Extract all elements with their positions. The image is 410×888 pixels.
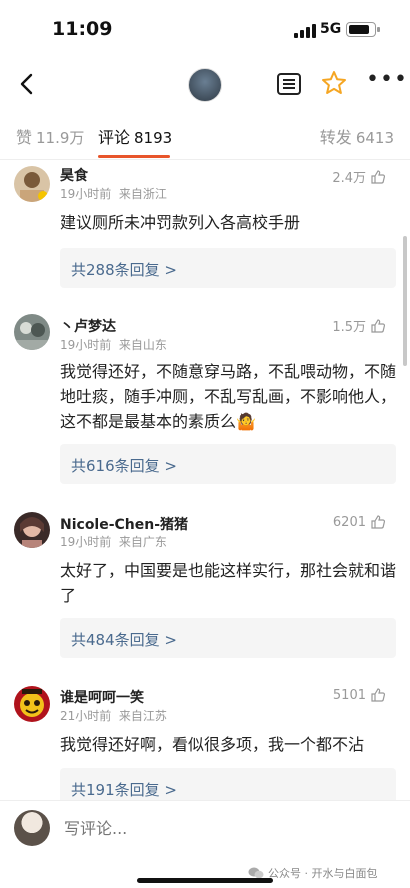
like-count: 2.4万 xyxy=(332,171,366,186)
username[interactable]: 丶卢梦达 xyxy=(60,316,116,336)
active-tab-indicator xyxy=(98,155,170,158)
tab-likes[interactable]: 赞 11.9万 xyxy=(16,124,84,148)
thumbs-up-icon xyxy=(371,318,386,333)
replies-label: 共484条回复 > xyxy=(71,631,177,649)
ellipsis-icon[interactable]: ••• xyxy=(366,69,407,96)
username[interactable]: Nicole-Chen-猪猪 xyxy=(60,514,188,534)
replies-label: 共191条回复 > xyxy=(71,781,177,799)
watermark-text: 公众号 · 开水与白面包 xyxy=(268,867,378,880)
status-bar: 11:09 5G xyxy=(0,0,410,58)
like-button[interactable]: 5101 xyxy=(333,687,386,703)
thumbs-up-icon xyxy=(371,688,386,702)
like-button[interactable]: 1.5万 xyxy=(332,316,386,335)
comment-time: 19小时前 xyxy=(60,535,112,549)
comment-time: 19小时前 xyxy=(60,187,112,201)
comment-item: 昊食 19小时前 来自浙江 2.4万 建议厕所未冲罚款列入各高校手册 共288条… xyxy=(0,162,410,292)
status-time: 11:09 xyxy=(52,18,113,40)
signal-icon xyxy=(294,24,316,38)
username[interactable]: 谁是呵呵一笑 xyxy=(60,687,144,707)
author-avatar[interactable] xyxy=(188,68,222,102)
like-count: 1.5万 xyxy=(332,320,366,335)
avatar[interactable] xyxy=(14,686,50,722)
replies-label: 共616条回复 > xyxy=(71,457,177,475)
comment-location: 来自浙江 xyxy=(118,187,167,201)
tab-likes-label: 赞 xyxy=(16,128,33,147)
battery-icon xyxy=(346,22,380,37)
tab-likes-count: 11.9万 xyxy=(36,129,85,147)
tab-comments-label: 评论 xyxy=(98,128,131,147)
comment-item: Nicole-Chen-猪猪 19小时前 来自广东 6201 太好了，中国要是也… xyxy=(0,512,410,662)
thumbs-up-icon xyxy=(371,169,386,184)
comment-meta: 19小时前 来自广东 xyxy=(60,533,167,550)
like-count: 6201 xyxy=(332,514,366,530)
star-icon[interactable] xyxy=(320,69,348,97)
tab-bar: 赞 11.9万 评论 8193 转发 6413 xyxy=(0,112,410,160)
avatar[interactable] xyxy=(14,314,50,350)
home-indicator[interactable] xyxy=(137,878,273,883)
like-count: 5101 xyxy=(332,687,366,703)
comment-location: 来自山东 xyxy=(118,338,167,352)
comment-item: 谁是呵呵一笑 21小时前 来自江苏 5101 我觉得还好啊，看似很多项，我一个都… xyxy=(0,684,410,808)
tab-comments-count: 8193 xyxy=(134,129,173,147)
comment-time: 19小时前 xyxy=(60,338,112,352)
thumbs-up-icon xyxy=(371,515,386,529)
network-label: 5G xyxy=(320,21,342,37)
my-avatar xyxy=(14,810,50,846)
nav-bar: ••• xyxy=(0,58,410,112)
avatar[interactable] xyxy=(14,166,50,202)
comment-item: 丶卢梦达 19小时前 来自山东 1.5万 我觉得还好，不随意穿马路，不乱喂动物，… xyxy=(0,314,410,484)
like-button[interactable]: 6201 xyxy=(333,514,386,530)
tab-reposts[interactable]: 转发 6413 xyxy=(320,124,394,148)
comment-meta: 21小时前 来自江苏 xyxy=(60,707,167,724)
replies-button[interactable]: 共484条回复 > xyxy=(60,618,396,658)
comment-location: 来自江苏 xyxy=(118,709,167,723)
comment-text: 我觉得还好啊，看似很多项，我一个都不沾 xyxy=(60,735,365,754)
scrollbar[interactable] xyxy=(403,236,407,366)
comment-meta: 19小时前 来自浙江 xyxy=(60,185,167,202)
comment-meta: 19小时前 来自山东 xyxy=(60,336,167,353)
comment-text: 我觉得还好，不随意穿马路，不乱喂动物，不随地吐痰，随手冲厕，不乱写乱画，不影响他… xyxy=(60,362,397,431)
comment-composer: 公众号 · 开水与白面包 xyxy=(0,800,410,888)
replies-label: 共288条回复 > xyxy=(71,261,177,279)
tab-comments[interactable]: 评论 8193 xyxy=(98,124,172,148)
comment-time: 21小时前 xyxy=(60,709,112,723)
username[interactable]: 昊食 xyxy=(60,165,88,185)
replies-button[interactable]: 共288条回复 > xyxy=(60,248,396,288)
comment-input[interactable] xyxy=(64,817,264,839)
comment-text: 建议厕所未冲罚款列入各高校手册 xyxy=(60,213,301,232)
article-icon[interactable] xyxy=(276,72,302,96)
avatar[interactable] xyxy=(14,512,50,548)
replies-button[interactable]: 共616条回复 > xyxy=(60,444,396,484)
tab-reposts-count: 6413 xyxy=(355,129,394,147)
tab-reposts-label: 转发 xyxy=(319,128,352,147)
comment-location: 来自广东 xyxy=(118,535,167,549)
divider xyxy=(0,159,410,160)
like-button[interactable]: 2.4万 xyxy=(332,167,386,186)
comment-text: 太好了，中国要是也能这样实行，那社会就和谐了 xyxy=(60,561,397,605)
chevron-left-icon[interactable] xyxy=(14,70,42,98)
